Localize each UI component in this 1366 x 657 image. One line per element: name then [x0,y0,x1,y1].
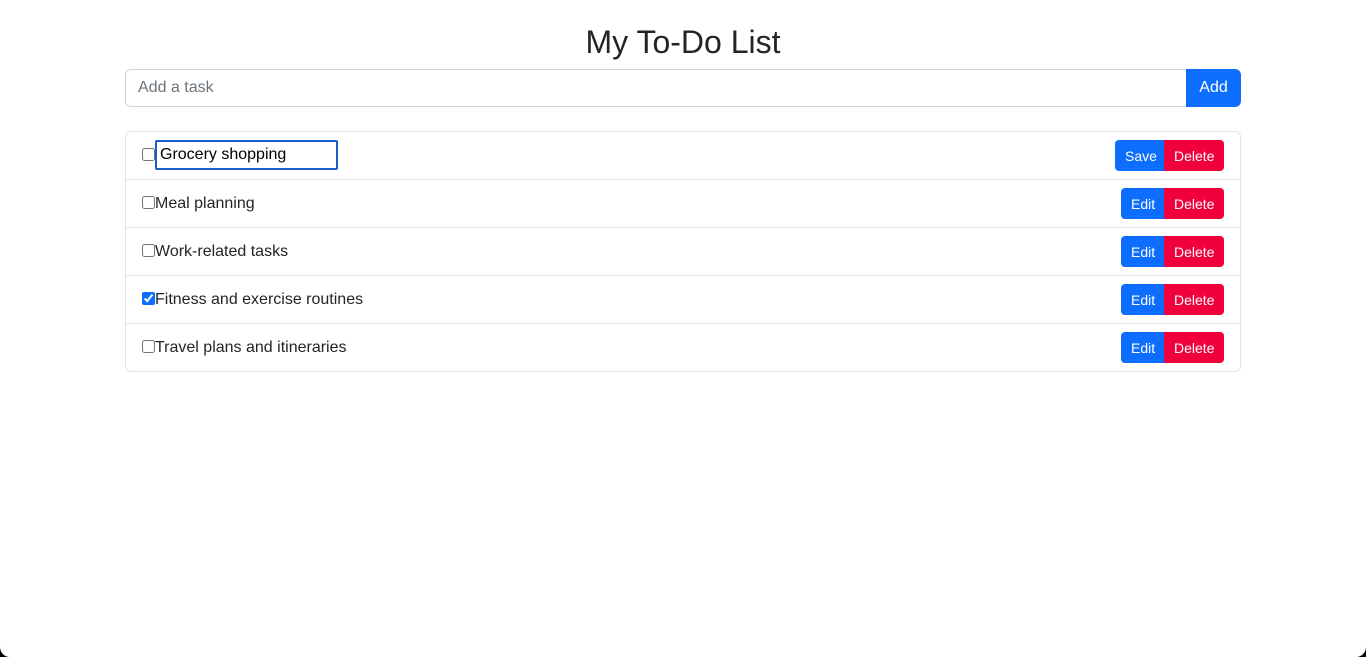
task-list: Save Delete Meal planning Edit Delete Wo… [125,131,1241,372]
todo-page: My To-Do List Add Save Delete Meal plann… [0,0,1366,657]
add-task-input[interactable] [125,69,1186,107]
task-checkbox[interactable] [142,148,155,161]
task-checkbox[interactable] [142,244,155,257]
task-item-grocery-shopping: Save Delete [126,132,1240,180]
task-actions: Edit Delete [1121,188,1224,219]
delete-button[interactable]: Delete [1164,140,1224,171]
task-item-meal-planning: Meal planning Edit Delete [126,180,1240,228]
page-title: My To-Do List [585,24,781,60]
task-text: Work-related tasks [155,243,289,260]
add-task-form: Add [125,69,1241,107]
delete-button[interactable]: Delete [1164,284,1224,315]
task-text: Fitness and exercise routines [155,291,364,308]
delete-button[interactable]: Delete [1164,236,1224,267]
task-item-fitness: Fitness and exercise routines Edit Delet… [126,276,1240,324]
window-corner [0,637,20,657]
task-text: Meal planning [155,195,255,212]
task-actions: Edit Delete [1121,284,1224,315]
delete-button[interactable]: Delete [1164,188,1224,219]
save-button[interactable]: Save [1115,140,1164,171]
task-actions: Edit Delete [1121,236,1224,267]
task-actions: Edit Delete [1121,332,1224,363]
edit-button[interactable]: Edit [1121,332,1164,363]
edit-button[interactable]: Edit [1121,188,1164,219]
task-checkbox[interactable] [142,196,155,209]
task-text: Travel plans and itineraries [155,339,347,356]
window-corner [1346,637,1366,657]
add-task-button[interactable]: Add [1186,69,1241,107]
task-actions: Save Delete [1115,140,1224,171]
task-checkbox[interactable] [142,292,155,305]
task-checkbox[interactable] [142,340,155,353]
edit-button[interactable]: Edit [1121,236,1164,267]
edit-button[interactable]: Edit [1121,284,1164,315]
delete-button[interactable]: Delete [1164,332,1224,363]
task-item-travel-plans: Travel plans and itineraries Edit Delete [126,324,1240,371]
task-edit-input[interactable] [155,140,338,170]
task-item-work-related-tasks: Work-related tasks Edit Delete [126,228,1240,276]
